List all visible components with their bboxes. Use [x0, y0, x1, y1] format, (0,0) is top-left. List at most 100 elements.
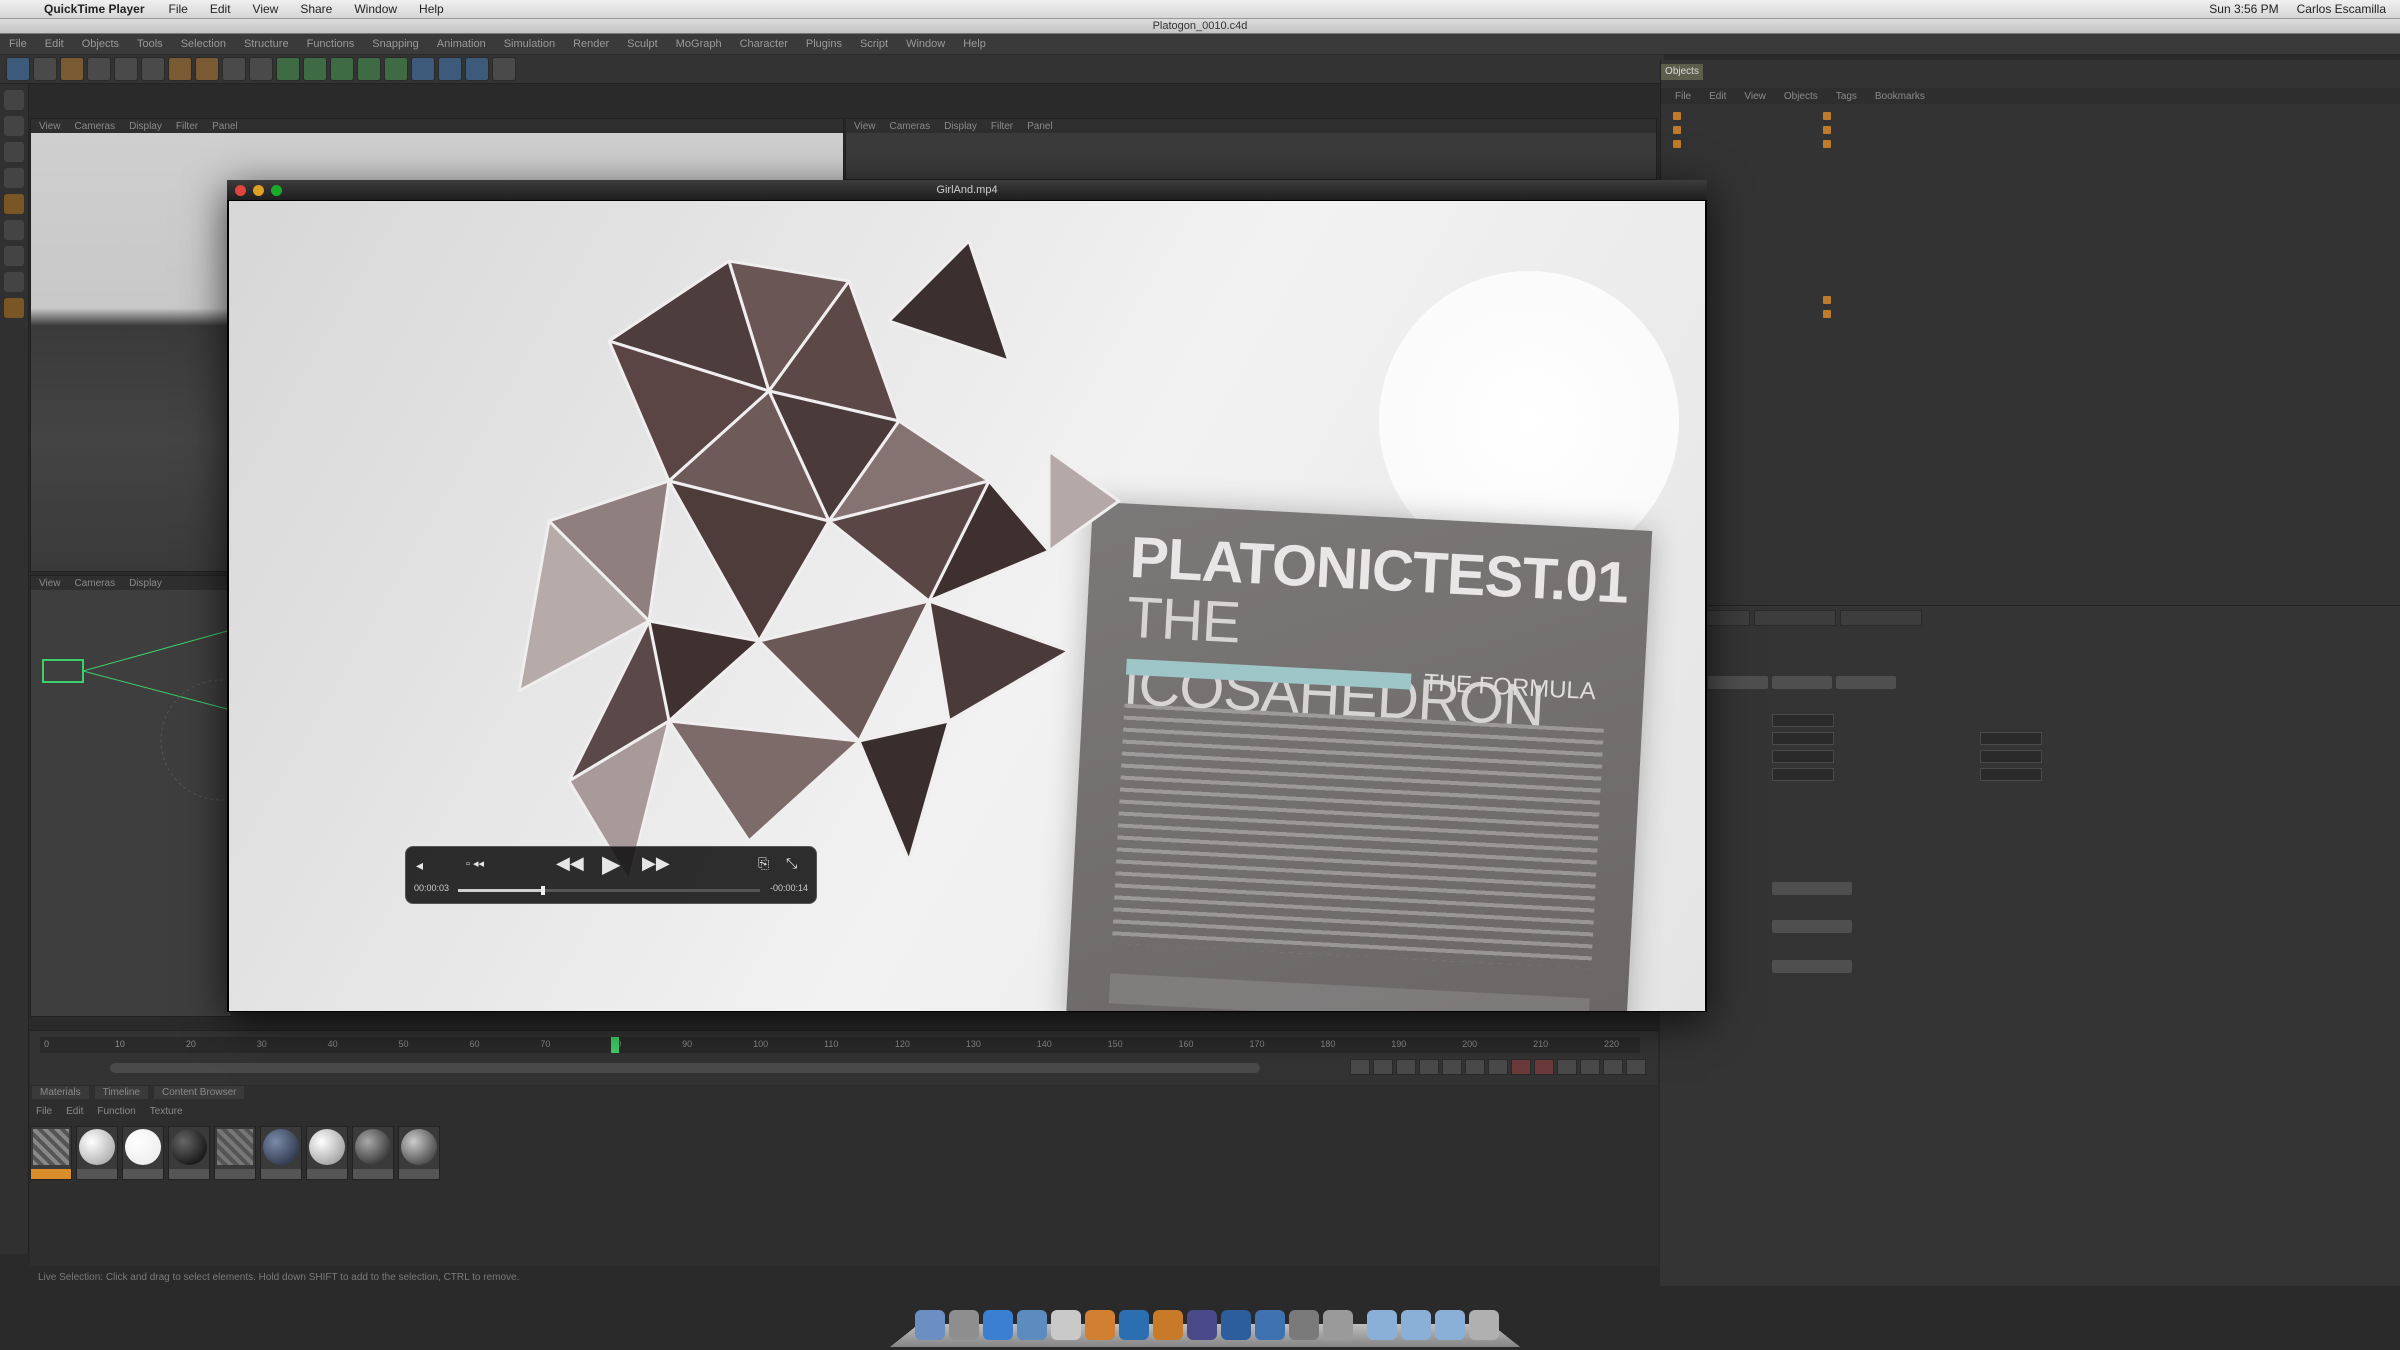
apple-menu-icon[interactable]: [18, 2, 32, 16]
c4d-menu-tools[interactable]: Tools: [137, 38, 163, 50]
app-icon[interactable]: [1289, 1310, 1319, 1340]
volume-slider[interactable]: ▫ ◂◂: [466, 857, 484, 870]
system-preferences-icon[interactable]: [949, 1310, 979, 1340]
scene-icon[interactable]: [411, 57, 435, 81]
material-swatch[interactable]: [260, 1126, 302, 1180]
tab-materials[interactable]: Materials: [32, 1086, 89, 1099]
cube-icon[interactable]: [276, 57, 300, 81]
menubar-item-window[interactable]: Window: [354, 2, 397, 16]
next-frame-icon[interactable]: [1442, 1059, 1462, 1075]
vp-menu-cameras[interactable]: Cameras: [75, 121, 116, 132]
attr-subtab[interactable]: [1772, 676, 1832, 689]
attr-field[interactable]: [1772, 714, 1834, 727]
folder-icon[interactable]: [1401, 1310, 1431, 1340]
object-row-icon[interactable]: [1673, 140, 1681, 148]
points-mode-icon[interactable]: [4, 116, 24, 136]
workplane-icon[interactable]: [4, 246, 24, 266]
menubar-item-view[interactable]: View: [253, 2, 279, 16]
position-key-icon[interactable]: [1580, 1059, 1600, 1075]
c4d-menu-snapping[interactable]: Snapping: [372, 38, 419, 50]
undo-icon[interactable]: [6, 57, 30, 81]
tab-content-browser[interactable]: Content Browser: [154, 1086, 245, 1099]
attr-field[interactable]: [1772, 768, 1834, 781]
menubar-item-file[interactable]: File: [169, 2, 188, 16]
c4d-menu-structure[interactable]: Structure: [244, 38, 289, 50]
edges-mode-icon[interactable]: [4, 142, 24, 162]
attr-dropdown[interactable]: [1772, 882, 1852, 895]
ical-icon[interactable]: [1051, 1310, 1081, 1340]
make-editable-icon[interactable]: [4, 90, 24, 110]
snap-icon[interactable]: [4, 272, 24, 292]
vp-menu-view[interactable]: View: [39, 121, 61, 132]
rotate-icon[interactable]: [141, 57, 165, 81]
folder-icon[interactable]: [1367, 1310, 1397, 1340]
top-viewport[interactable]: View Cameras Display: [30, 575, 232, 1017]
firefox-icon[interactable]: [1085, 1310, 1115, 1340]
finder-icon[interactable]: [915, 1310, 945, 1340]
attr-subtab[interactable]: [1708, 676, 1768, 689]
after-effects-icon[interactable]: [1187, 1310, 1217, 1340]
quicktime-window[interactable]: GirlAnd.mp4 PLATONICTEST.01 THE ICOSAHED…: [227, 180, 1707, 1012]
timeline-playhead[interactable]: [611, 1037, 620, 1053]
vp2-menu-cameras[interactable]: Cameras: [75, 578, 116, 589]
c4d-menu-character[interactable]: Character: [740, 38, 788, 50]
material-swatch[interactable]: [76, 1126, 118, 1180]
photoshop-icon[interactable]: [1119, 1310, 1149, 1340]
spline-icon[interactable]: [303, 57, 327, 81]
vp3-menu-filter[interactable]: Filter: [991, 121, 1013, 132]
object-tag-icon[interactable]: [1823, 112, 1831, 120]
layout-icon[interactable]: [492, 57, 516, 81]
material-swatch[interactable]: [122, 1126, 164, 1180]
om-menu-file[interactable]: File: [1675, 91, 1691, 102]
fast-forward-icon[interactable]: ▶▶: [642, 853, 670, 874]
attr-field[interactable]: [1980, 768, 2042, 781]
c4d-menu-edit[interactable]: Edit: [45, 38, 64, 50]
volume-icon[interactable]: ◂: [416, 857, 423, 874]
prev-key-icon[interactable]: [1373, 1059, 1393, 1075]
camera-icon[interactable]: [438, 57, 462, 81]
vp2-menu-display[interactable]: Display: [129, 578, 162, 589]
attr-field[interactable]: [1772, 732, 1834, 745]
mail-icon[interactable]: [1017, 1310, 1047, 1340]
y-axis-icon[interactable]: [249, 57, 273, 81]
go-to-end-icon[interactable]: [1488, 1059, 1508, 1075]
next-key-icon[interactable]: [1465, 1059, 1485, 1075]
live-selection-icon[interactable]: [60, 57, 84, 81]
object-tag-icon[interactable]: [1823, 296, 1831, 304]
c4d-menu-plugins[interactable]: Plugins: [806, 38, 842, 50]
scale-key-icon[interactable]: [1603, 1059, 1623, 1075]
scrub-knob[interactable]: [540, 886, 545, 895]
objects-tab[interactable]: Objects: [1661, 64, 1703, 80]
c4d-menu-window[interactable]: Window: [906, 38, 945, 50]
share-icon[interactable]: ⎘: [758, 855, 769, 872]
cinema4d-icon[interactable]: [1221, 1310, 1251, 1340]
attr-dropdown[interactable]: [1772, 920, 1852, 933]
c4d-menu-help[interactable]: Help: [963, 38, 986, 50]
timeline-ruler[interactable]: 0102030405060708090100110120130140150160…: [40, 1037, 1640, 1053]
c4d-menu-objects[interactable]: Objects: [82, 38, 119, 50]
om-menu-view[interactable]: View: [1744, 91, 1766, 102]
c4d-menu-simulation[interactable]: Simulation: [504, 38, 555, 50]
scrub-bar[interactable]: [458, 886, 760, 895]
light-icon[interactable]: [465, 57, 489, 81]
attr-field[interactable]: [1772, 750, 1834, 763]
lock-workplane-icon[interactable]: [4, 298, 24, 318]
mat-menu-file[interactable]: File: [36, 1106, 52, 1117]
om-menu-edit[interactable]: Edit: [1709, 91, 1726, 102]
attr-tab[interactable]: [1840, 610, 1922, 626]
keyframe-selection-icon[interactable]: [1557, 1059, 1577, 1075]
timeline-scrollbar[interactable]: [110, 1063, 1260, 1073]
menubar-item-help[interactable]: Help: [419, 2, 444, 16]
autokey-icon[interactable]: [1534, 1059, 1554, 1075]
attr-field[interactable]: [1980, 750, 2042, 763]
object-row-icon[interactable]: [1673, 126, 1681, 134]
nurbs-icon[interactable]: [330, 57, 354, 81]
vp-menu-display[interactable]: Display: [129, 121, 162, 132]
object-row-icon[interactable]: [1673, 112, 1681, 120]
object-tag-icon[interactable]: [1823, 140, 1831, 148]
rewind-icon[interactable]: ◀◀: [556, 853, 584, 874]
polygons-mode-icon[interactable]: [4, 168, 24, 188]
texture-mode-icon[interactable]: [4, 220, 24, 240]
attr-tab[interactable]: [1754, 610, 1836, 626]
c4d-menu-render[interactable]: Render: [573, 38, 609, 50]
